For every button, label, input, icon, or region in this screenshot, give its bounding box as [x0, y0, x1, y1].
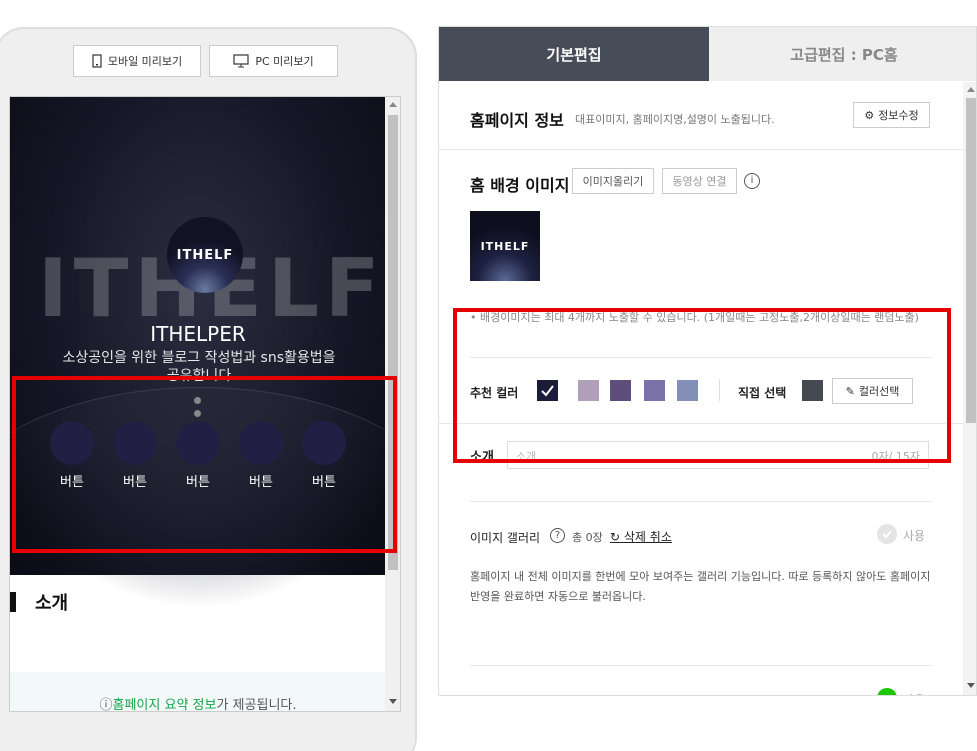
mobile-preview-label: 모바일 미리보기 [107, 55, 183, 68]
highlight-box-colors [453, 308, 951, 463]
gallery-count: 총 0장 [572, 531, 603, 544]
hero-title: ITHELPER [150, 322, 246, 346]
info-icon[interactable]: i [744, 173, 760, 189]
bg-image-thumb-text: ITHELF [480, 239, 530, 253]
gear-icon: ⚙ [864, 108, 875, 122]
help-icon[interactable]: ? [550, 528, 565, 543]
info-icon: ⓘ [99, 698, 113, 712]
tab-advanced-edit[interactable]: 고급편집 : PC홈 [709, 27, 976, 81]
summary-suffix: 가 제공됩니다. [216, 698, 297, 712]
edit-info-label: 정보수정 [878, 109, 919, 122]
gallery-use-toggle[interactable] [877, 524, 897, 544]
next-use-label: 사용 [903, 691, 925, 695]
mobile-preview-button[interactable]: 모바일 미리보기 [73, 45, 201, 77]
scroll-up-arrow-icon[interactable] [967, 86, 975, 92]
gallery-desc: 홈페이지 내 전체 이미지를 한번에 모아 보여주는 갤러리 기능입니다. 따로… [470, 570, 931, 603]
video-link-button[interactable]: 동영상 연결 [662, 168, 737, 194]
edit-info-button[interactable]: ⚙ 정보수정 [853, 102, 930, 128]
hero-logo: ITHELF [167, 217, 243, 293]
next-use-toggle[interactable] [877, 688, 897, 695]
check-icon [882, 530, 892, 539]
bg-image-thumbnail[interactable]: ITHELF [470, 211, 540, 281]
undo-icon: ↻ [610, 530, 621, 544]
tab-basic-edit[interactable]: 기본편집 [439, 27, 709, 81]
homepage-info-title: 홈페이지 정보 [470, 111, 564, 130]
highlight-box-buttons [12, 376, 397, 553]
hero-logo-text: ITHELF [176, 247, 234, 263]
pc-preview-label: PC 미리보기 [255, 55, 314, 68]
divider [439, 149, 963, 150]
gallery-title: 이미지 갤러리 [470, 531, 541, 545]
scroll-down-arrow-icon[interactable] [389, 699, 397, 705]
summary-link[interactable]: 홈페이지 요약 정보 [113, 698, 217, 711]
summary-notice: ⓘ홈페이지 요약 정보가 제공됩니다. [10, 672, 386, 712]
intro-heading: 소개 [10, 589, 386, 615]
divider [470, 665, 932, 666]
editor-scrollbar-thumb[interactable] [966, 98, 976, 423]
mobile-icon [92, 54, 102, 68]
scroll-up-arrow-icon[interactable] [389, 101, 397, 107]
editor-scrollbar[interactable] [963, 82, 976, 695]
upload-image-button[interactable]: 이미지올리기 [572, 168, 654, 194]
scroll-down-arrow-icon[interactable] [967, 683, 975, 689]
monitor-icon [233, 54, 249, 68]
pc-preview-button[interactable]: PC 미리보기 [209, 45, 338, 77]
gallery-use-label: 사용 [903, 529, 926, 543]
divider [470, 501, 932, 502]
bg-image-title: 홈 배경 이미지 [470, 176, 570, 195]
homepage-info-desc: 대표이미지, 홈페이지명,설명이 노출됩니다. [575, 113, 775, 126]
undo-delete-link[interactable]: ↻ 삭제 취소 [610, 528, 672, 545]
undo-delete-label: 삭제 취소 [623, 530, 672, 544]
